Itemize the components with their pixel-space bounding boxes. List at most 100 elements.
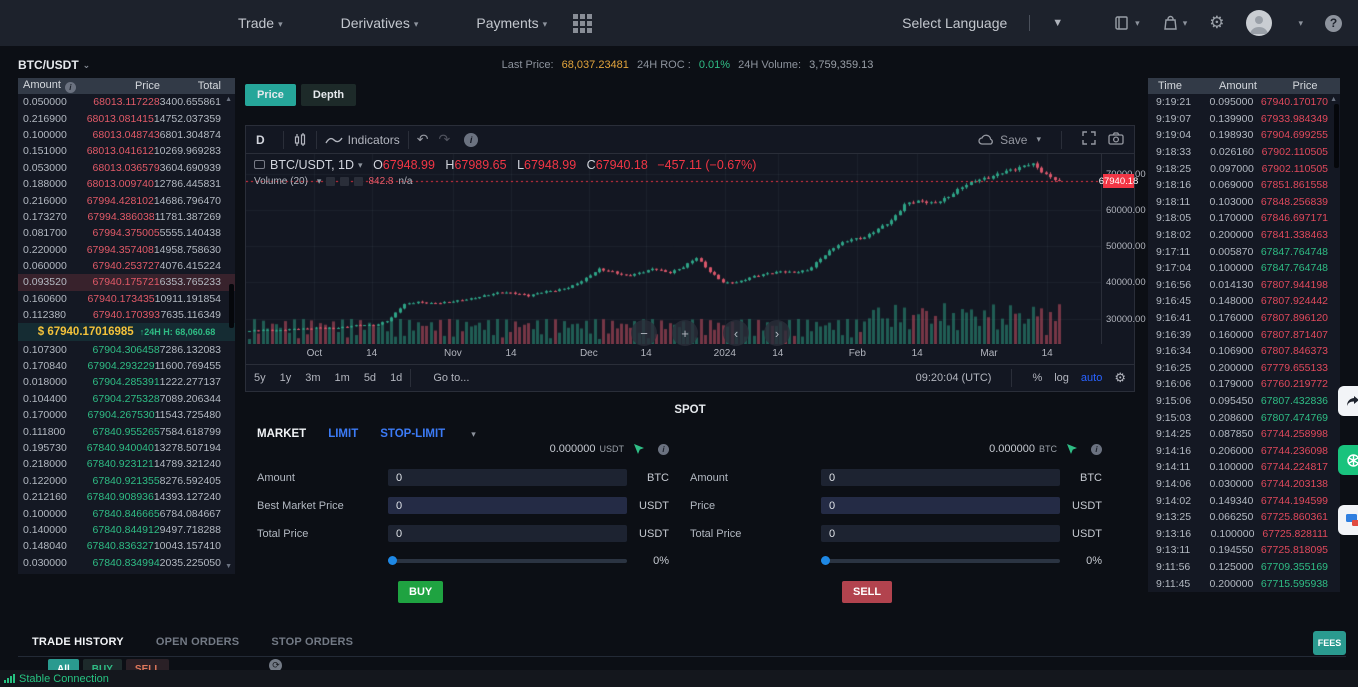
chevron-down-icon[interactable]: ▾ <box>317 176 322 187</box>
ask-row[interactable]: 0.053000 68013.036579 3604.690939 <box>18 160 235 176</box>
ask-row[interactable]: 0.216000 67994.428102 14686.796470 <box>18 192 235 208</box>
bid-row[interactable]: 0.212160 67840.908936 14393.127240 <box>18 489 235 505</box>
chart-info-icon[interactable]: i <box>464 133 478 147</box>
field-input[interactable] <box>821 469 1060 486</box>
bid-row[interactable]: 0.030000 67840.834994 2035.225050 <box>18 555 235 571</box>
zoom-out-icon[interactable]: − <box>631 320 657 346</box>
axis-settings-gear-icon[interactable]: ⚙ <box>1114 370 1126 386</box>
tab-trade-history[interactable]: TRADE HISTORY <box>32 636 124 648</box>
redo-icon[interactable]: ↷ <box>438 131 450 148</box>
slider-thumb[interactable] <box>821 556 830 565</box>
chevron-down-icon[interactable]: ▾ <box>471 429 476 440</box>
field-input[interactable] <box>821 525 1060 542</box>
chart-view-tab[interactable]: Price <box>245 84 296 106</box>
scroll-up-icon[interactable]: ▲ <box>225 96 232 103</box>
bid-row[interactable]: 0.195730 67840.940040 13278.507194 <box>18 440 235 456</box>
screenshot-camera-icon[interactable] <box>1108 132 1124 148</box>
select-language[interactable]: Select Language <box>902 15 1007 31</box>
share-extension-icon[interactable] <box>1338 386 1358 416</box>
apps-grid-icon[interactable] <box>573 14 592 33</box>
orders-book-icon[interactable]: ▾ <box>1113 14 1140 32</box>
tab-stop-orders[interactable]: STOP ORDERS <box>271 636 353 648</box>
scroll-down-icon[interactable]: ▼ <box>225 563 232 570</box>
price-axis[interactable]: 67940.18 70000.0060000.0050000.0040000.0… <box>1101 154 1134 344</box>
help-icon[interactable]: ? <box>1325 15 1342 32</box>
ask-row[interactable]: 0.216900 68013.081415 14752.037359 <box>18 110 235 126</box>
scroll-right-icon[interactable]: › <box>764 320 790 346</box>
ask-row[interactable]: 0.173270 67994.386038 11781.387269 <box>18 209 235 225</box>
chat-extension-icon[interactable] <box>1338 505 1358 535</box>
range-button[interactable]: 3m <box>305 372 320 384</box>
bid-row[interactable]: 0.218000 67840.923121 14789.321240 <box>18 456 235 472</box>
ask-row[interactable]: 0.160600 67940.173435 10911.191854 <box>18 291 235 307</box>
scrollbar-thumb[interactable] <box>1334 104 1339 168</box>
chevron-down-icon[interactable]: ▾ <box>358 160 363 171</box>
ask-row[interactable]: 0.050000 68013.117228 3400.655861 <box>18 94 235 110</box>
fees-button[interactable]: FEES <box>1313 631 1346 655</box>
tab-stop-limit[interactable]: STOP-LIMIT <box>380 428 445 440</box>
scroll-up-icon[interactable]: ▲ <box>1330 96 1337 103</box>
bid-row[interactable]: 0.104400 67904.275328 7089.206344 <box>18 391 235 407</box>
legend-eye-icon[interactable] <box>326 177 335 186</box>
avatar[interactable] <box>1246 10 1272 36</box>
filter-sell-button[interactable]: SELL <box>126 659 170 670</box>
legend-symbol[interactable]: BTC/USDT, 1D <box>270 158 354 172</box>
nav-menu-item[interactable]: Trade▾ <box>238 15 283 31</box>
ask-row[interactable]: 0.220000 67994.357408 14958.758630 <box>18 242 235 258</box>
filter-all-button[interactable]: All <box>48 659 79 670</box>
scrollbar-thumb[interactable] <box>229 284 234 328</box>
pair-selector[interactable]: BTC/USDT⌄ <box>18 58 90 72</box>
nav-menu-item[interactable]: Payments▾ <box>476 15 547 31</box>
nav-menu-item[interactable]: Derivatives▾ <box>341 15 419 31</box>
filter-buy-button[interactable]: BUY <box>83 659 122 670</box>
bid-row[interactable]: 0.170840 67904.293229 11600.769455 <box>18 358 235 374</box>
sell-button[interactable]: SELL <box>842 581 892 603</box>
undo-icon[interactable]: ↶ <box>417 131 429 148</box>
transfer-cursor-icon[interactable] <box>632 442 646 456</box>
bid-row[interactable]: 0.140000 67840.844912 9497.718288 <box>18 522 235 538</box>
field-input[interactable] <box>388 469 627 486</box>
ask-row[interactable]: 0.060000 67940.253727 4076.415224 <box>18 258 235 274</box>
tab-open-orders[interactable]: OPEN ORDERS <box>156 636 240 648</box>
fullscreen-icon[interactable] <box>1082 131 1096 148</box>
bid-row[interactable]: 0.100000 67840.846665 6784.084667 <box>18 505 235 521</box>
candle-style-icon[interactable] <box>292 132 308 148</box>
chatgpt-extension-icon[interactable] <box>1338 445 1358 475</box>
buy-button[interactable]: BUY <box>398 581 443 603</box>
scroll-left-icon[interactable]: ‹ <box>723 320 749 346</box>
save-button[interactable]: Save▾ <box>978 133 1041 147</box>
refresh-icon[interactable]: ⟳ <box>269 659 282 670</box>
ask-row[interactable]: 0.093520 67940.175721 6353.765233 <box>18 274 235 290</box>
info-icon[interactable]: i <box>658 444 669 455</box>
bid-row[interactable]: 0.111800 67840.955265 7584.618799 <box>18 423 235 439</box>
chart-view-tab[interactable]: Depth <box>301 84 356 106</box>
bid-row[interactable]: 0.107300 67904.306458 7286.132083 <box>18 341 235 357</box>
tab-limit[interactable]: LIMIT <box>328 428 358 440</box>
tab-market[interactable]: MARKET <box>257 428 306 440</box>
goto-button[interactable]: Go to... <box>433 372 469 384</box>
slider-thumb[interactable] <box>388 556 397 565</box>
interval-button[interactable]: D <box>246 133 275 147</box>
zoom-in-icon[interactable]: + <box>672 320 698 346</box>
language-dropdown-icon[interactable]: ▼ <box>1052 17 1063 29</box>
symbol-flag-icon[interactable] <box>254 160 265 169</box>
field-input[interactable] <box>821 497 1060 514</box>
wallet-bag-icon[interactable]: ▾ <box>1162 14 1188 32</box>
ask-row[interactable]: 0.081700 67994.375005 5555.140438 <box>18 225 235 241</box>
bid-row[interactable]: 0.148040 67840.836327 10043.157410 <box>18 538 235 554</box>
time-axis[interactable]: Oct14Nov14Dec14202414Feb14Mar14 <box>246 344 1134 365</box>
indicators-button[interactable]: Indicators <box>325 133 400 147</box>
legend-settings-icon[interactable] <box>340 177 349 186</box>
field-input[interactable] <box>388 525 627 542</box>
bid-row[interactable]: 0.122000 67840.921355 8276.592405 <box>18 473 235 489</box>
log-scale-button[interactable]: log <box>1054 372 1069 384</box>
info-icon[interactable]: i <box>65 82 76 93</box>
range-button[interactable]: 1m <box>335 372 350 384</box>
sell-amount-slider[interactable] <box>821 559 1060 563</box>
field-input[interactable] <box>388 497 627 514</box>
range-button[interactable]: 5y <box>254 372 266 384</box>
bid-row[interactable]: 0.170000 67904.267530 11543.725480 <box>18 407 235 423</box>
transfer-cursor-icon[interactable] <box>1065 442 1079 456</box>
ask-row[interactable]: 0.100000 68013.048743 6801.304874 <box>18 127 235 143</box>
account-dropdown-icon[interactable]: ▾ <box>1298 18 1303 29</box>
